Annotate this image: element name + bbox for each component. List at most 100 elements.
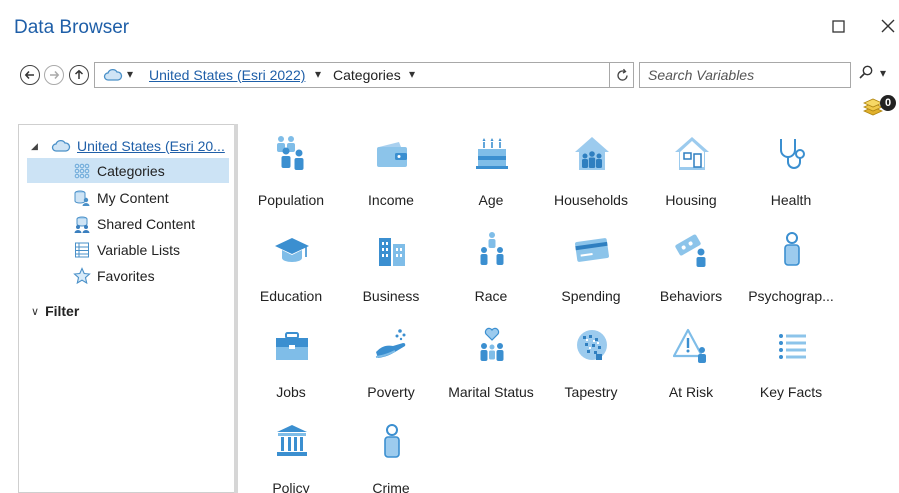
tree-item-shared-content[interactable]: Shared Content <box>27 211 229 236</box>
cloud-icon <box>51 139 71 152</box>
category-tile-income[interactable]: Income <box>341 128 441 220</box>
path-category[interactable]: Categories <box>333 67 401 83</box>
up-button[interactable] <box>69 65 89 85</box>
badge-count: 0 <box>880 95 896 111</box>
person-icon <box>773 230 811 270</box>
category-label: Health <box>770 192 812 208</box>
category-tile-population[interactable]: Population <box>241 128 341 220</box>
maximize-button[interactable] <box>826 14 850 38</box>
category-tile-psychographics[interactable]: Psychograp... <box>741 224 841 316</box>
tree-item-label: Favorites <box>97 267 155 284</box>
tree-item-label: Variable Lists <box>97 241 181 258</box>
warning-person-icon <box>673 326 711 366</box>
list-icon <box>773 326 811 366</box>
tree-item-favorites[interactable]: Favorites <box>27 263 229 288</box>
collapse-triangle-icon[interactable]: ◢ <box>31 141 45 152</box>
category-label: Population <box>257 192 325 208</box>
filter-label: Filter <box>45 303 80 319</box>
briefcase-icon <box>273 326 311 366</box>
government-building-icon <box>273 422 311 462</box>
category-tile-behaviors[interactable]: Behaviors <box>641 224 741 316</box>
birthday-cake-icon <box>473 134 511 174</box>
category-tile-age[interactable]: Age <box>441 128 541 220</box>
credit-card-icon <box>573 230 611 270</box>
refresh-button[interactable] <box>609 63 634 87</box>
tree-item-label: Categories <box>97 162 165 179</box>
tree-item-categories[interactable]: Categories <box>27 158 229 183</box>
category-tile-health[interactable]: Health <box>741 128 841 220</box>
category-label: Income <box>368 192 414 208</box>
hand-coins-icon <box>373 326 411 366</box>
category-tile-education[interactable]: Education <box>241 224 341 316</box>
category-label: Tapestry <box>564 384 618 400</box>
maximize-icon <box>831 19 845 33</box>
tree-item-label: My Content <box>97 189 169 206</box>
close-icon <box>881 19 895 33</box>
household-icon <box>573 134 611 174</box>
title-bar: Data Browser <box>0 0 899 52</box>
grid-icon <box>73 162 91 180</box>
navigation-tree: ◢ United States (Esri 20... Categories M… <box>18 124 234 493</box>
category-label: Psychograp... <box>748 288 834 304</box>
shared-users-icon <box>73 215 91 233</box>
category-label: Education <box>259 288 323 304</box>
graduation-cap-icon <box>273 230 311 270</box>
chevron-down-icon[interactable]: ▾ <box>880 66 886 80</box>
category-tile-at-risk[interactable]: At Risk <box>641 320 741 412</box>
category-tile-key-facts[interactable]: Key Facts <box>741 320 841 412</box>
house-icon <box>673 134 711 174</box>
tree-item-label: Shared Content <box>97 215 196 232</box>
person-silhouette-icon <box>373 422 411 462</box>
database-user-icon <box>73 189 91 207</box>
selection-badge[interactable]: 0 <box>862 95 896 117</box>
path-data-source-link[interactable]: United States (Esri 2022) <box>149 67 305 83</box>
window-title: Data Browser <box>14 17 130 38</box>
category-tile-business[interactable]: Business <box>341 224 441 316</box>
category-tile-spending[interactable]: Spending <box>541 224 641 316</box>
back-button[interactable] <box>20 65 40 85</box>
tree-item-variable-lists[interactable]: Variable Lists <box>27 237 229 262</box>
filter-section[interactable]: ∨ Filter <box>31 303 79 319</box>
category-label: Households <box>554 192 628 208</box>
category-label: Business <box>362 288 420 304</box>
category-tile-poverty[interactable]: Poverty <box>341 320 441 412</box>
search-input[interactable] <box>640 63 820 87</box>
search-box[interactable] <box>639 62 851 88</box>
category-grid: Population Income Age Households Housing… <box>238 124 899 493</box>
category-label: Age <box>478 192 504 208</box>
tree-root[interactable]: ◢ United States (Esri 20... <box>31 135 225 157</box>
category-label: Jobs <box>276 384 306 400</box>
tree-item-my-content[interactable]: My Content <box>27 185 229 210</box>
search-icon[interactable] <box>858 64 874 85</box>
category-tile-households[interactable]: Households <box>541 128 641 220</box>
list-table-icon <box>73 241 91 259</box>
refresh-icon <box>616 68 628 81</box>
arrow-right-icon <box>50 70 60 80</box>
category-label: Key Facts <box>759 384 823 400</box>
category-label: Spending <box>561 288 621 304</box>
forward-button[interactable] <box>44 65 64 85</box>
category-tile-housing[interactable]: Housing <box>641 128 741 220</box>
category-tile-policy[interactable]: Policy <box>241 416 341 493</box>
people-group-icon <box>473 230 511 270</box>
close-button[interactable] <box>876 14 899 38</box>
ticket-person-icon <box>673 230 711 270</box>
population-icon <box>273 134 311 174</box>
category-tile-jobs[interactable]: Jobs <box>241 320 341 412</box>
tree-root-label[interactable]: United States (Esri 20... <box>77 138 225 154</box>
category-tile-tapestry[interactable]: Tapestry <box>541 320 641 412</box>
chevron-down-icon[interactable]: ∨ <box>31 305 39 318</box>
chevron-down-icon[interactable]: ▾ <box>127 67 133 81</box>
category-tile-race[interactable]: Race <box>441 224 541 316</box>
chevron-down-icon[interactable]: ▾ <box>315 67 321 81</box>
category-label: Policy <box>272 480 310 493</box>
path-bar[interactable]: ▾ United States (Esri 2022) ▾ Categories… <box>94 62 634 88</box>
category-tile-crime[interactable]: Crime <box>341 416 441 493</box>
chevron-down-icon[interactable]: ▾ <box>409 67 415 81</box>
arrow-up-icon <box>74 69 84 79</box>
category-tile-marital-status[interactable]: Marital Status <box>441 320 541 412</box>
category-label: Marital Status <box>448 384 534 400</box>
star-icon <box>73 266 91 285</box>
tapestry-globe-icon <box>573 326 611 366</box>
category-label: At Risk <box>668 384 714 400</box>
